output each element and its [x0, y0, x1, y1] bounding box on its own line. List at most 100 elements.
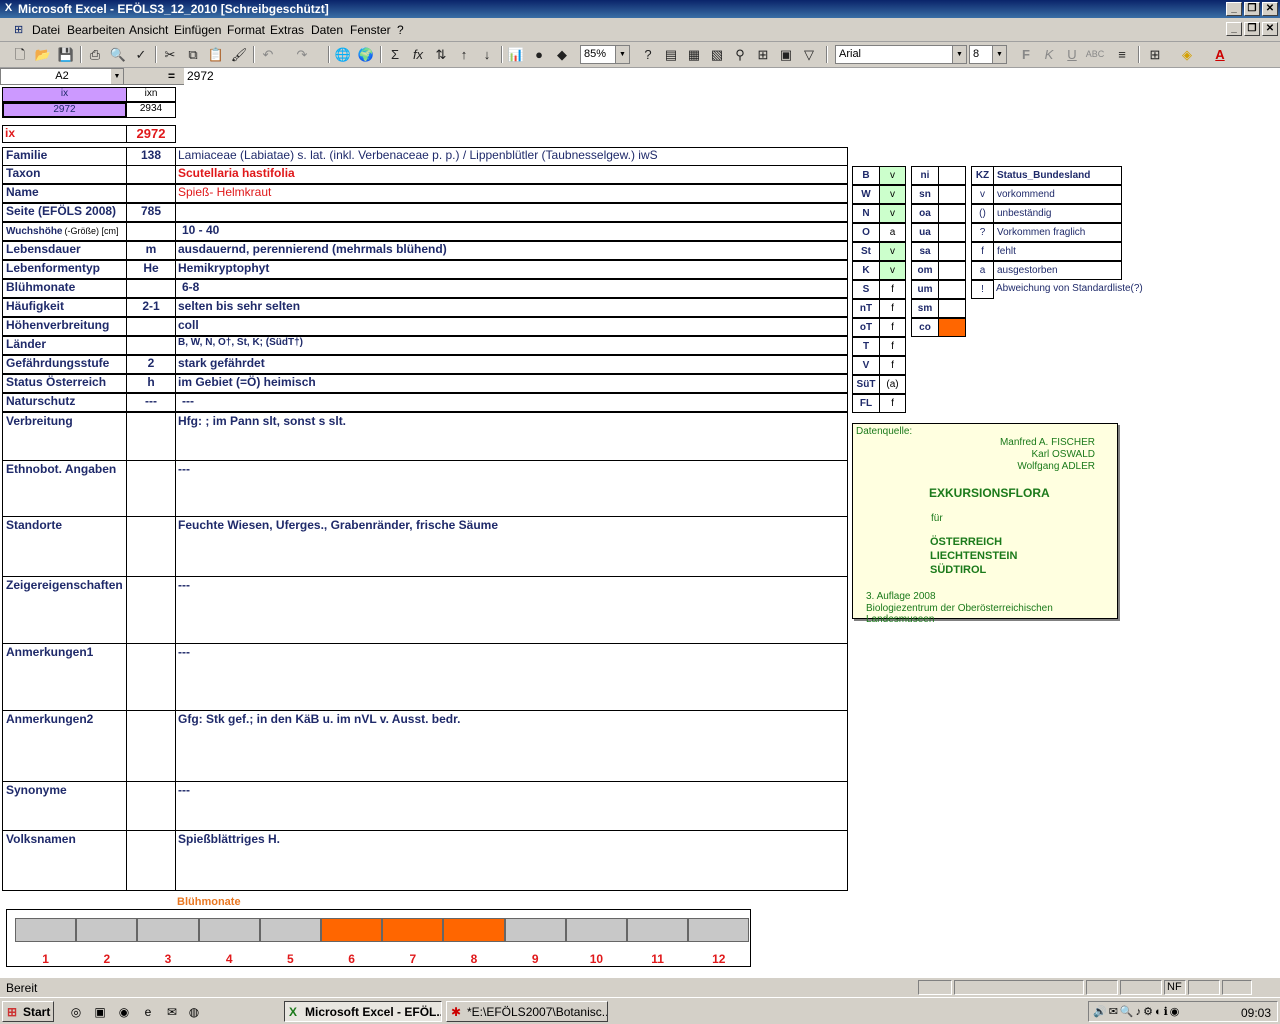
- row-label[interactable]: Gefährdungsstufe: [2, 355, 127, 374]
- state-value[interactable]: v: [879, 261, 906, 280]
- quicklaunch-6-icon[interactable]: ◍: [186, 1004, 202, 1020]
- zone-value[interactable]: [938, 223, 966, 242]
- row-value[interactable]: ausdauernd, perennierend (mehrmals blühe…: [175, 241, 848, 260]
- zone-key[interactable]: sa: [911, 242, 939, 261]
- state-key[interactable]: FL: [852, 394, 880, 413]
- chart-wizard-icon[interactable]: 📊: [506, 45, 526, 64]
- legend-value[interactable]: fehlt: [993, 242, 1122, 261]
- doc-restore-button[interactable]: ❐: [1244, 22, 1260, 36]
- state-value[interactable]: f: [879, 394, 906, 413]
- text-row-value[interactable]: Hfg: ; im Pann slt, sonst s slt.: [175, 412, 848, 461]
- align-icon[interactable]: ≡: [1112, 45, 1132, 64]
- filter-icon[interactable]: ▽: [799, 45, 819, 64]
- row-value[interactable]: Scutellaria hastifolia: [175, 165, 848, 184]
- menu-help[interactable]: ?: [397, 23, 404, 37]
- format-painter-icon[interactable]: 🖌: [229, 45, 249, 64]
- legend-key[interactable]: !: [971, 280, 994, 299]
- autosum-icon[interactable]: Σ: [385, 45, 405, 64]
- row-value[interactable]: B, W, N, O†, St, K; (SüdT†): [175, 336, 848, 355]
- state-key[interactable]: N: [852, 204, 880, 223]
- quicklaunch-2-icon[interactable]: ▣: [92, 1004, 108, 1020]
- zone-value[interactable]: [938, 299, 966, 318]
- font-select[interactable]: Arial ▼: [835, 45, 967, 64]
- underline-icon[interactable]: U: [1062, 45, 1082, 64]
- name-box[interactable]: A2 ▼: [0, 68, 124, 85]
- copy-icon[interactable]: ⧉: [183, 45, 203, 64]
- zone-value[interactable]: [938, 261, 966, 280]
- help-icon[interactable]: ?: [638, 45, 658, 64]
- state-value[interactable]: f: [879, 280, 906, 299]
- row-code[interactable]: [126, 222, 176, 241]
- ix-label-cell[interactable]: ix: [2, 125, 127, 143]
- menu-datei[interactable]: Datei: [32, 23, 60, 37]
- row-value[interactable]: im Gebiet (=Ö) heimisch: [175, 374, 848, 393]
- zone-key[interactable]: um: [911, 280, 939, 299]
- row-value[interactable]: ---: [175, 393, 848, 412]
- fill-color-icon[interactable]: ◈: [1177, 45, 1197, 64]
- zone-value[interactable]: [938, 185, 966, 204]
- state-key[interactable]: oT: [852, 318, 880, 337]
- row-label[interactable]: Taxon: [2, 165, 127, 184]
- start-button[interactable]: ⊞ Start: [2, 1001, 54, 1022]
- state-value[interactable]: v: [879, 185, 906, 204]
- row-value[interactable]: Lamiaceae (Labiatae) s. lat. (inkl. Verb…: [175, 147, 848, 166]
- close-button[interactable]: ✕: [1262, 2, 1278, 16]
- text-row-value[interactable]: ---: [175, 576, 848, 644]
- text-row-value[interactable]: ---: [175, 643, 848, 711]
- menu-bearbeiten[interactable]: Bearbeiten: [67, 23, 125, 37]
- state-value[interactable]: f: [879, 318, 906, 337]
- legend-value[interactable]: vorkommend: [993, 185, 1122, 204]
- row-label[interactable]: Lebenformentyp: [2, 260, 127, 279]
- legend-value[interactable]: unbeständig: [993, 204, 1122, 223]
- tool-d-icon[interactable]: ⊞: [753, 45, 773, 64]
- tool-c-icon[interactable]: ▧: [707, 45, 727, 64]
- row-label[interactable]: Name: [2, 184, 127, 203]
- redo-icon[interactable]: ↷: [292, 45, 312, 64]
- preview-icon[interactable]: 🔍: [108, 45, 128, 64]
- zone-key[interactable]: ni: [911, 166, 939, 185]
- row-value[interactable]: selten bis sehr selten: [175, 298, 848, 317]
- state-key[interactable]: St: [852, 242, 880, 261]
- new-icon[interactable]: 🗋: [10, 45, 30, 64]
- italic-icon[interactable]: K: [1039, 45, 1059, 64]
- state-key[interactable]: nT: [852, 299, 880, 318]
- print-icon[interactable]: ⎙: [85, 45, 105, 64]
- text-row-label[interactable]: Anmerkungen2: [2, 710, 127, 782]
- state-value[interactable]: v: [879, 204, 906, 223]
- state-value[interactable]: f: [879, 299, 906, 318]
- menu-einfuegen[interactable]: Einfügen: [174, 23, 221, 37]
- tool-e-icon[interactable]: ▣: [776, 45, 796, 64]
- quicklaunch-4-icon[interactable]: e: [140, 1004, 156, 1020]
- row-value[interactable]: stark gefährdet: [175, 355, 848, 374]
- row-label[interactable]: Naturschutz: [2, 393, 127, 412]
- row-value[interactable]: 6-8: [175, 279, 848, 298]
- find-icon[interactable]: ⚲: [730, 45, 750, 64]
- row-label[interactable]: Blühmonate: [2, 279, 127, 298]
- sort-asc-icon[interactable]: ↑: [454, 45, 474, 64]
- zone-key[interactable]: sm: [911, 299, 939, 318]
- text-row-code[interactable]: [126, 710, 176, 782]
- menu-format[interactable]: Format: [227, 23, 265, 37]
- text-row-label[interactable]: Ethnobot. Angaben: [2, 460, 127, 517]
- quicklaunch-3-icon[interactable]: ◉: [116, 1004, 132, 1020]
- maximize-button[interactable]: ❐: [1244, 2, 1260, 16]
- text-row-code[interactable]: [126, 830, 176, 891]
- worksheet[interactable]: ix ixn 2972 2934 ix 2972 Familie 138 Lamia…: [0, 85, 1280, 975]
- zone-key[interactable]: ua: [911, 223, 939, 242]
- row-code[interactable]: m: [126, 241, 176, 260]
- row-code[interactable]: [126, 279, 176, 298]
- legend-key[interactable]: ?: [971, 223, 994, 242]
- web-toolbar-icon[interactable]: 🌍: [356, 45, 376, 64]
- legend-key[interactable]: (): [971, 204, 994, 223]
- row-code[interactable]: [126, 165, 176, 184]
- ixn-value-cell[interactable]: 2934: [126, 102, 176, 118]
- row-label[interactable]: Wuchshöhe (-Größe) [cm]: [2, 222, 127, 241]
- row-value[interactable]: Spieß- Helmkraut: [175, 184, 848, 203]
- zone-key[interactable]: co: [911, 318, 939, 337]
- tool-a-icon[interactable]: ▤: [661, 45, 681, 64]
- open-icon[interactable]: 📂: [33, 45, 53, 64]
- ix-big-cell[interactable]: 2972: [126, 125, 176, 143]
- row-label[interactable]: Höhenverbreitung: [2, 317, 127, 336]
- row-label[interactable]: Länder: [2, 336, 127, 355]
- state-key[interactable]: W: [852, 185, 880, 204]
